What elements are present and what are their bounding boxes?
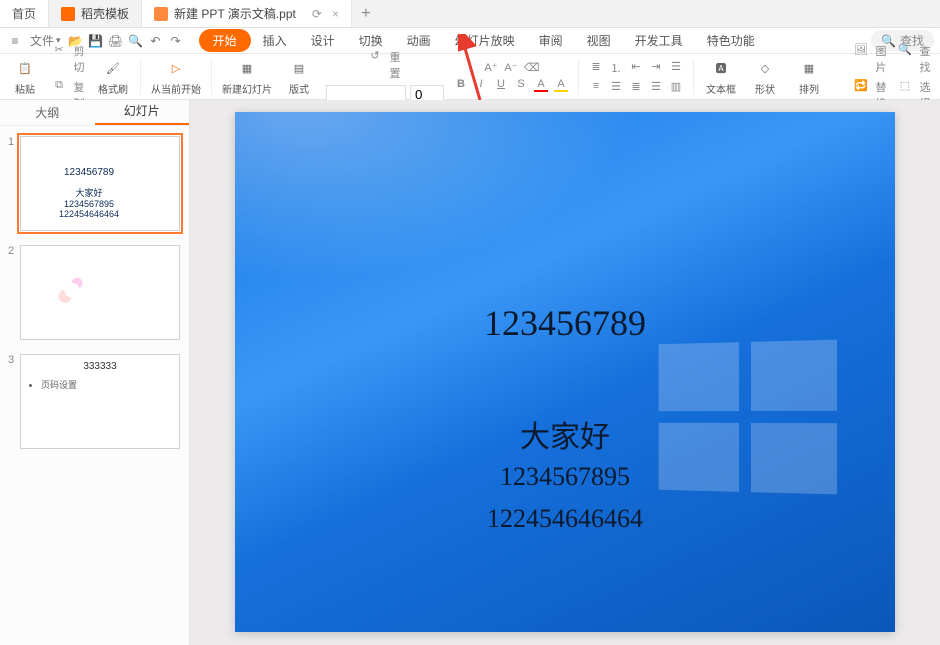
document-tab-bar: 首页 稻壳模板 新建 PPT 演示文稿.ppt ⟳ × + — [0, 0, 940, 28]
arrange-button[interactable]: ▦ 排列 — [792, 57, 826, 96]
slide-panel: 大纲 幻灯片 1 123456789 大家好 1234567895 122454… — [0, 100, 190, 645]
indent-inc-icon[interactable]: ⇥ — [649, 60, 663, 76]
reset-icon: ↺ — [368, 49, 382, 81]
tab-slideshow[interactable]: 幻灯片放映 — [443, 28, 527, 53]
shape-button[interactable]: ◇ 形状 — [748, 57, 782, 96]
new-slide-icon: ▦ — [236, 57, 258, 79]
indent-dec-icon[interactable]: ⇤ — [629, 60, 643, 76]
play-icon: ▷ — [165, 57, 187, 79]
plus-icon: + — [361, 5, 370, 23]
tab-view[interactable]: 视图 — [575, 28, 623, 53]
tab-document[interactable]: 新建 PPT 演示文稿.ppt ⟳ × — [142, 0, 352, 27]
tab-home[interactable]: 首页 — [0, 0, 49, 27]
find-icon: 🔍 — [898, 43, 912, 75]
play-from-current-button[interactable]: ▷ 从当前开始 — [151, 57, 201, 96]
brush-icon: 🖌 — [102, 57, 124, 79]
slide-number: 1 — [8, 136, 14, 148]
line-spacing-icon[interactable]: ☰ — [669, 60, 683, 76]
align-center-icon[interactable]: ☰ — [609, 80, 623, 93]
find-button[interactable]: 🔍查找 — [898, 43, 932, 75]
tab-dev[interactable]: 开发工具 — [623, 28, 695, 53]
slide-text-3[interactable]: 1234567895 — [235, 462, 895, 492]
ribbon: 📋 粘贴 ✂剪切 ⧉复制 🖌 格式刷 ▷ 从当前开始 ▦ 新建幻灯片 ▤ 版式 … — [0, 54, 940, 100]
wps-icon — [61, 7, 75, 21]
tab-document-label: 新建 PPT 演示文稿.ppt — [174, 5, 296, 22]
tab-home-label: 首页 — [12, 5, 36, 22]
align-justify-icon[interactable]: ☰ — [649, 80, 663, 93]
textbox-icon: 🅰 — [710, 57, 732, 79]
layout-button[interactable]: ▤ 版式 — [282, 57, 316, 96]
thumbnail-1[interactable]: 1 123456789 大家好 1234567895 122454646464 — [10, 136, 179, 231]
decrease-font-icon[interactable]: A⁻ — [504, 61, 518, 74]
shape-icon: ◇ — [754, 57, 776, 79]
italic-icon[interactable]: I — [474, 78, 488, 92]
close-icon[interactable]: × — [332, 7, 339, 21]
panel-tab-slides[interactable]: 幻灯片 — [95, 98, 190, 125]
tab-start[interactable]: 开始 — [199, 29, 251, 52]
slide-text-4[interactable]: 122454646464 — [235, 504, 895, 534]
redo-icon[interactable]: ↷ — [167, 32, 185, 50]
tab-review[interactable]: 审阅 — [527, 28, 575, 53]
underline-icon[interactable]: U — [494, 78, 508, 92]
menu-bar: ≡ 文件▾ 📂 💾 🖨 🔍 ↶ ↷ 开始 插入 设计 切换 动画 幻灯片放映 审… — [0, 28, 940, 54]
reset-button[interactable]: ↺重置 — [368, 49, 402, 81]
tab-docker-label: 稻壳模板 — [81, 5, 129, 22]
ribbon-tabs: 开始 插入 设计 切换 动画 幻灯片放映 审阅 视图 开发工具 特色功能 — [199, 28, 767, 53]
ppt-icon — [154, 7, 168, 21]
tab-add-button[interactable]: + — [352, 0, 380, 27]
refresh-icon[interactable]: ⟳ — [312, 7, 322, 21]
arrange-icon: ▦ — [798, 57, 820, 79]
paste-button[interactable]: 📋 粘贴 — [8, 57, 42, 96]
workspace: 大纲 幻灯片 1 123456789 大家好 1234567895 122454… — [0, 100, 940, 645]
increase-font-icon[interactable]: A⁺ — [484, 61, 498, 74]
clear-format-icon[interactable]: ⌫ — [524, 61, 538, 74]
save-icon[interactable]: 💾 — [87, 32, 105, 50]
panel-tabs: 大纲 幻灯片 — [0, 100, 189, 126]
cut-label: 剪切 — [72, 43, 86, 75]
slide-text-2[interactable]: 大家好 — [235, 412, 895, 456]
paste-icon: 📋 — [14, 57, 36, 79]
paragraph-group: ≣ ⒈ ⇤ ⇥ ☰ ≡ ☰ ≣ ☰ ▥ — [589, 60, 683, 93]
align-right-icon[interactable]: ≣ — [629, 80, 643, 93]
bold-icon[interactable]: B — [454, 78, 468, 92]
thumbnail-list[interactable]: 1 123456789 大家好 1234567895 122454646464 … — [0, 126, 189, 645]
picture-button[interactable]: 🖼图片 — [854, 43, 888, 75]
tab-docker-template[interactable]: 稻壳模板 — [49, 0, 142, 27]
current-slide[interactable]: 123456789 大家好 1234567895 122454646464 — [235, 112, 895, 632]
new-slide-button[interactable]: ▦ 新建幻灯片 — [222, 57, 272, 96]
thumbnail-2[interactable]: 2 — [10, 245, 179, 340]
print-icon[interactable]: 🖨 — [107, 32, 125, 50]
cut-icon[interactable]: ✂ — [52, 43, 66, 75]
numbering-icon[interactable]: ⒈ — [609, 60, 623, 76]
layout-icon: ▤ — [288, 57, 310, 79]
windows-logo-icon — [141, 173, 167, 195]
align-left-icon[interactable]: ≡ — [589, 80, 603, 93]
tab-insert[interactable]: 插入 — [251, 28, 299, 53]
font-style-group: A⁺ A⁻ ⌫ B I U S A A — [454, 61, 568, 92]
textbox-button[interactable]: 🅰 文本框 — [704, 57, 738, 96]
format-painter-button[interactable]: 🖌 格式刷 — [96, 57, 130, 96]
picture-icon: 🖼 — [854, 43, 868, 75]
font-color-icon[interactable]: A — [534, 78, 548, 92]
slide-text-1[interactable]: 123456789 — [235, 302, 895, 344]
undo-icon[interactable]: ↶ — [147, 32, 165, 50]
preview-icon[interactable]: 🔍 — [127, 32, 145, 50]
thumbnail-3[interactable]: 3 333333 页码设置 — [10, 354, 179, 449]
highlight-icon[interactable]: A — [554, 78, 568, 92]
slide-number: 2 — [8, 245, 14, 257]
slide-number: 3 — [8, 354, 14, 366]
columns-icon[interactable]: ▥ — [669, 80, 683, 93]
slide-canvas[interactable]: 123456789 大家好 1234567895 122454646464 — [190, 100, 940, 645]
flower-image — [20, 245, 180, 340]
panel-tab-outline[interactable]: 大纲 — [0, 100, 95, 125]
app-menu-icon[interactable]: ≡ — [6, 32, 24, 50]
tab-special[interactable]: 特色功能 — [695, 28, 767, 53]
quick-access: ≡ 文件▾ 📂 💾 🖨 🔍 ↶ ↷ — [6, 32, 185, 50]
bullets-icon[interactable]: ≣ — [589, 60, 603, 76]
strike-icon[interactable]: S — [514, 78, 528, 92]
